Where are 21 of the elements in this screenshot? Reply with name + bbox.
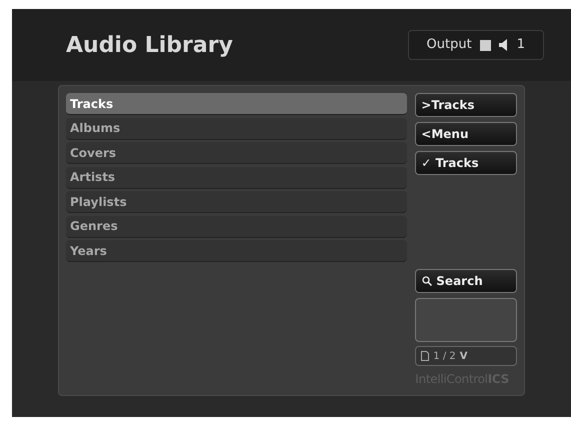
page-icon <box>421 351 430 361</box>
search-icon <box>422 276 432 286</box>
menu-item[interactable]: Albums <box>66 118 408 140</box>
output-indicator[interactable]: Output 1 <box>408 30 544 60</box>
page-count: 1 / 2 <box>433 350 456 364</box>
next-page-glyph[interactable]: V <box>460 348 468 364</box>
search-button[interactable]: Search <box>415 269 517 293</box>
menu-item[interactable]: Genres <box>66 216 408 238</box>
menu-item[interactable]: Covers <box>66 142 408 164</box>
confirm-button[interactable]: ✓ Tracks <box>415 151 517 175</box>
page-title: Audio Library <box>66 32 233 60</box>
menu-item[interactable]: Tracks <box>66 93 408 115</box>
back-button[interactable]: <Menu <box>415 122 517 146</box>
menu-item[interactable]: Years <box>66 240 408 262</box>
speaker-icon <box>498 39 509 51</box>
output-label: Output <box>426 36 472 54</box>
menu-item[interactable]: Playlists <box>66 191 408 213</box>
menu-item[interactable]: Artists <box>66 166 408 188</box>
forward-button[interactable]: >Tracks <box>415 93 517 117</box>
square-icon <box>480 40 491 50</box>
zone-number: 1 <box>516 36 525 54</box>
